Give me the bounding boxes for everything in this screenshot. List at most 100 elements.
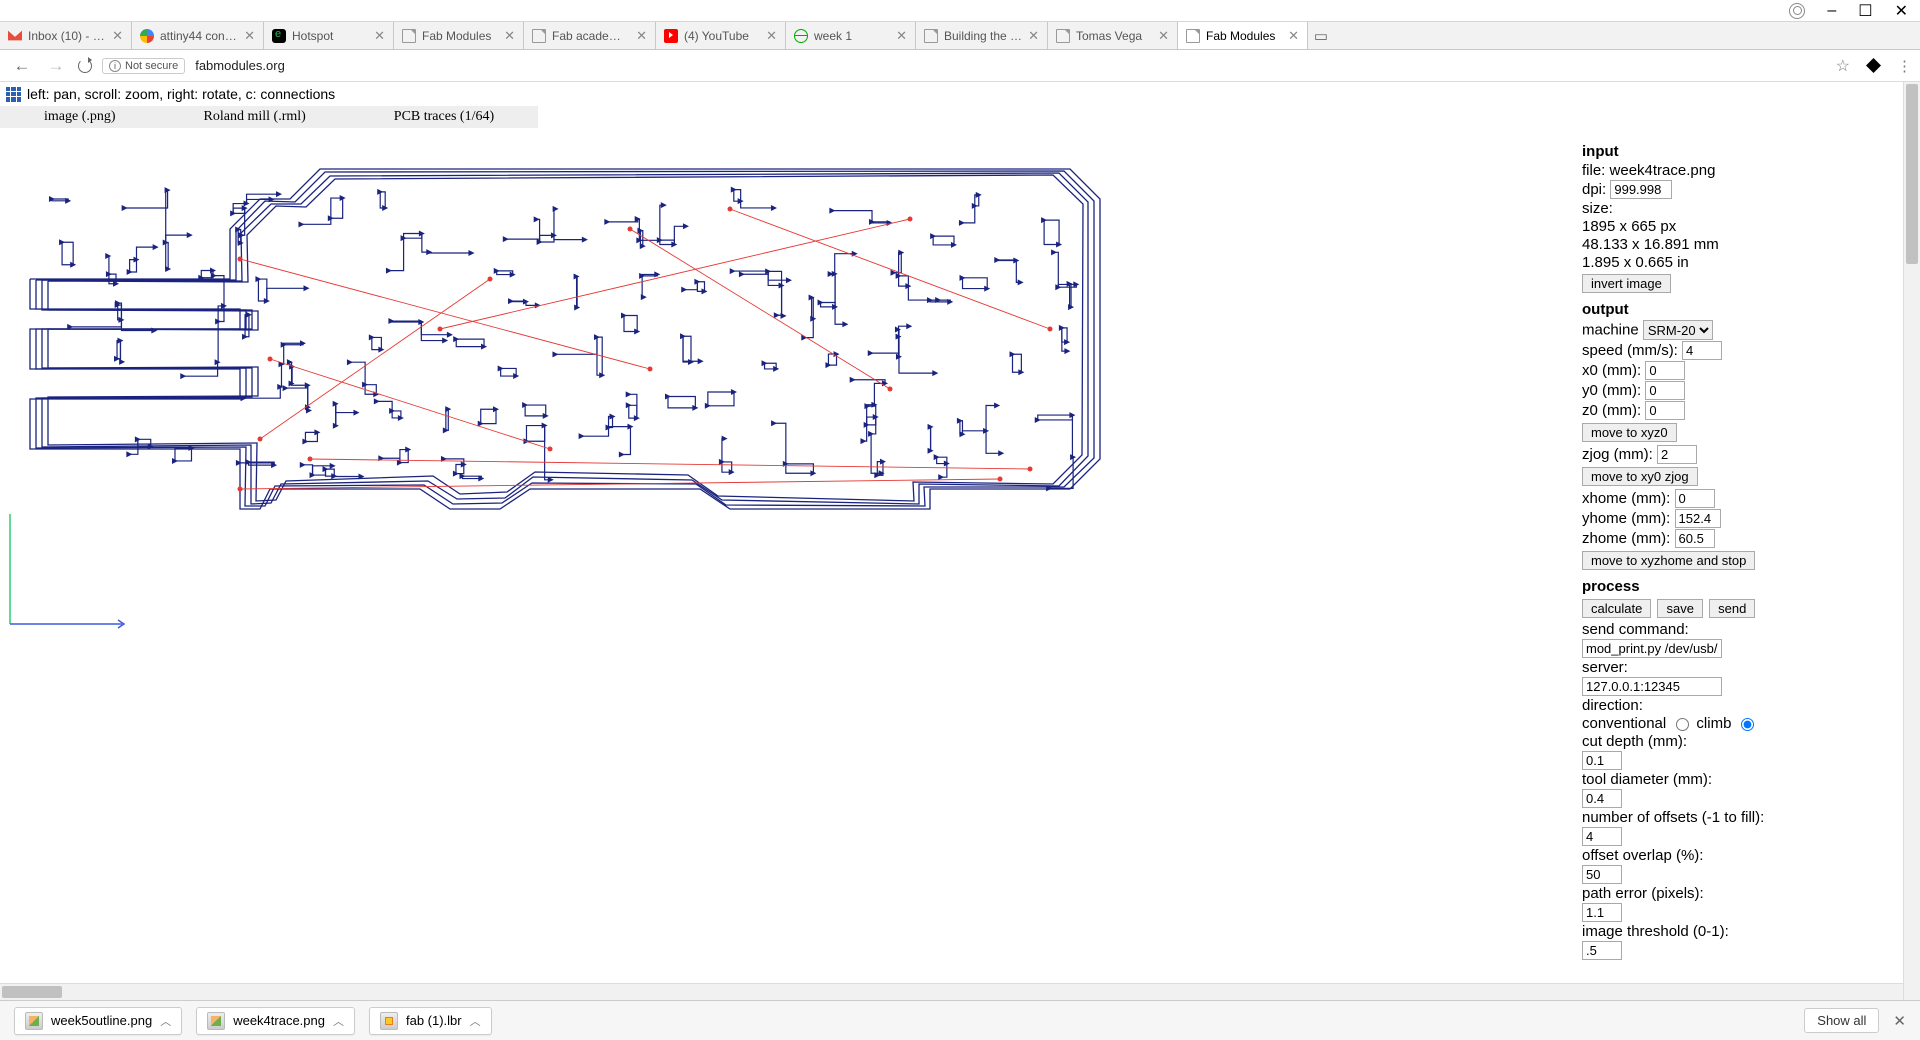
browser-tab[interactable]: Building the FabTin✕ — [916, 22, 1048, 49]
url-text[interactable]: fabmodules.org — [195, 58, 1825, 73]
site-security[interactable]: i Not secure — [102, 58, 185, 74]
favicon-icon — [272, 29, 286, 43]
zjog-input[interactable] — [1657, 445, 1697, 464]
tab-close-icon[interactable]: ✕ — [766, 28, 777, 44]
profile-icon[interactable] — [1789, 3, 1805, 19]
patherr-input[interactable] — [1582, 903, 1622, 922]
zhome-label: zhome (mm): — [1582, 530, 1675, 547]
zhome-input[interactable] — [1675, 529, 1715, 548]
tooldiam-input[interactable] — [1582, 789, 1622, 808]
invert-image-button[interactable]: invert image — [1582, 274, 1671, 293]
bookmark-star-icon[interactable]: ☆ — [1836, 56, 1850, 76]
input-header: input — [1582, 143, 1908, 160]
window-maximize-icon[interactable]: ☐ — [1858, 1, 1872, 21]
window-close-icon[interactable]: ✕ — [1895, 1, 1908, 21]
size-px: 1895 x 665 px — [1582, 218, 1908, 235]
browser-tab[interactable]: Tomas Vega✕ — [1048, 22, 1178, 49]
forward-icon[interactable]: → — [44, 56, 68, 76]
tab-close-icon[interactable]: ✕ — [244, 28, 255, 44]
tooldiam-label: tool diameter (mm): — [1582, 771, 1908, 788]
tab-close-icon[interactable]: ✕ — [112, 28, 123, 44]
new-tab-button[interactable]: ▭ — [1308, 22, 1334, 49]
z0-label: z0 (mm): — [1582, 402, 1645, 419]
chevron-up-icon[interactable]: ︿ — [470, 1013, 481, 1029]
zjog-label: zjog (mm): — [1582, 446, 1657, 463]
downloads-close-icon[interactable]: ✕ — [1893, 1012, 1906, 1030]
download-item[interactable]: week4trace.png︿ — [196, 1007, 355, 1035]
calculate-button[interactable]: calculate — [1582, 599, 1651, 618]
favicon-icon — [664, 29, 678, 43]
dpi-input[interactable] — [1610, 180, 1672, 199]
option-image[interactable]: image (.png) — [0, 106, 160, 128]
browser-tab[interactable]: Fab Modules ✕ — [1178, 22, 1308, 49]
x0-input[interactable] — [1645, 361, 1685, 380]
reload-icon[interactable] — [78, 59, 92, 73]
threshold-input[interactable] — [1582, 941, 1622, 960]
tab-strip: Inbox (10) - samanth✕attiny44 connection… — [0, 22, 1920, 50]
favicon-icon — [924, 29, 938, 43]
sendcmd-label: send command: — [1582, 621, 1908, 638]
move-xy0zjog-button[interactable]: move to xy0 zjog — [1582, 467, 1698, 486]
tab-close-icon[interactable]: ✕ — [374, 28, 385, 44]
server-input[interactable] — [1582, 677, 1722, 696]
horizontal-scrollbar[interactable]: ▶ — [0, 983, 1920, 1000]
browser-menu-icon[interactable]: ⋮ — [1897, 57, 1910, 75]
machine-select[interactable]: SRM-20 — [1643, 320, 1713, 340]
xhome-input[interactable] — [1675, 489, 1715, 508]
extension-icon[interactable] — [1866, 58, 1881, 73]
download-item[interactable]: fab (1).lbr︿ — [369, 1007, 492, 1035]
yhome-input[interactable] — [1675, 509, 1721, 528]
cutdepth-input[interactable] — [1582, 751, 1622, 770]
favicon-icon — [1186, 29, 1200, 43]
browser-tab[interactable]: Fab academy2015 A ✕ — [524, 22, 656, 49]
tab-close-icon[interactable]: ✕ — [504, 28, 515, 44]
tab-title: Inbox (10) - samanth — [28, 29, 106, 43]
help-row: left: pan, scroll: zoom, right: rotate, … — [0, 82, 1920, 106]
window-minimize-icon[interactable]: – — [1827, 2, 1836, 20]
download-item[interactable]: week5outline.png︿ — [14, 1007, 182, 1035]
chevron-up-icon[interactable]: ︿ — [160, 1013, 171, 1029]
tab-title: Fab Modules — [1206, 29, 1282, 43]
overlap-input[interactable] — [1582, 865, 1622, 884]
toolpath-canvas[interactable] — [0, 129, 1570, 983]
climb-radio[interactable] — [1741, 718, 1754, 731]
browser-tab[interactable]: Fab Modules✕ — [394, 22, 524, 49]
tab-title: Fab academy2015 A — [552, 29, 630, 43]
favicon-icon — [794, 29, 808, 43]
show-all-downloads-button[interactable]: Show all — [1804, 1008, 1879, 1033]
browser-tab[interactable]: Hotspot✕ — [264, 22, 394, 49]
help-text: left: pan, scroll: zoom, right: rotate, … — [27, 86, 335, 102]
favicon-icon — [8, 29, 22, 43]
tab-close-icon[interactable]: ✕ — [896, 28, 907, 44]
conventional-radio[interactable] — [1676, 718, 1689, 731]
y0-input[interactable] — [1645, 381, 1685, 400]
tab-close-icon[interactable]: ✕ — [1158, 28, 1169, 44]
chevron-up-icon[interactable]: ︿ — [333, 1013, 344, 1029]
tab-close-icon[interactable]: ✕ — [1288, 28, 1299, 44]
offsets-input[interactable] — [1582, 827, 1622, 846]
sendcmd-input[interactable] — [1582, 639, 1722, 658]
z0-input[interactable] — [1645, 401, 1685, 420]
tab-close-icon[interactable]: ✕ — [636, 28, 647, 44]
tab-close-icon[interactable]: ✕ — [1028, 28, 1039, 44]
x0-label: x0 (mm): — [1582, 362, 1645, 379]
option-roland[interactable]: Roland mill (.rml) — [160, 106, 350, 128]
back-icon[interactable]: ← — [10, 56, 34, 76]
browser-tab[interactable]: (4) YouTube ✕ — [656, 22, 786, 49]
direction-label: direction: — [1582, 697, 1908, 714]
save-button[interactable]: save — [1657, 599, 1702, 618]
browser-tab[interactable]: Inbox (10) - samanth ✕ — [0, 22, 132, 49]
move-home-button[interactable]: move to xyzhome and stop — [1582, 551, 1755, 570]
move-xyz0-button[interactable]: move to xyz0 — [1582, 423, 1677, 442]
tab-title: (4) YouTube — [684, 29, 760, 43]
modules-grid-icon[interactable] — [6, 87, 21, 102]
speed-input[interactable] — [1682, 341, 1722, 360]
browser-tab[interactable]: attiny44 connection✕ — [132, 22, 264, 49]
threshold-label: image threshold (0-1): — [1582, 923, 1908, 940]
option-pcb-traces[interactable]: PCB traces (1/64) — [350, 106, 538, 128]
vertical-scrollbar[interactable] — [1903, 82, 1920, 1000]
file-label: file: — [1582, 162, 1610, 179]
send-button[interactable]: send — [1709, 599, 1755, 618]
browser-tab[interactable]: week 1✕ — [786, 22, 916, 49]
speed-label: speed (mm/s): — [1582, 342, 1682, 359]
